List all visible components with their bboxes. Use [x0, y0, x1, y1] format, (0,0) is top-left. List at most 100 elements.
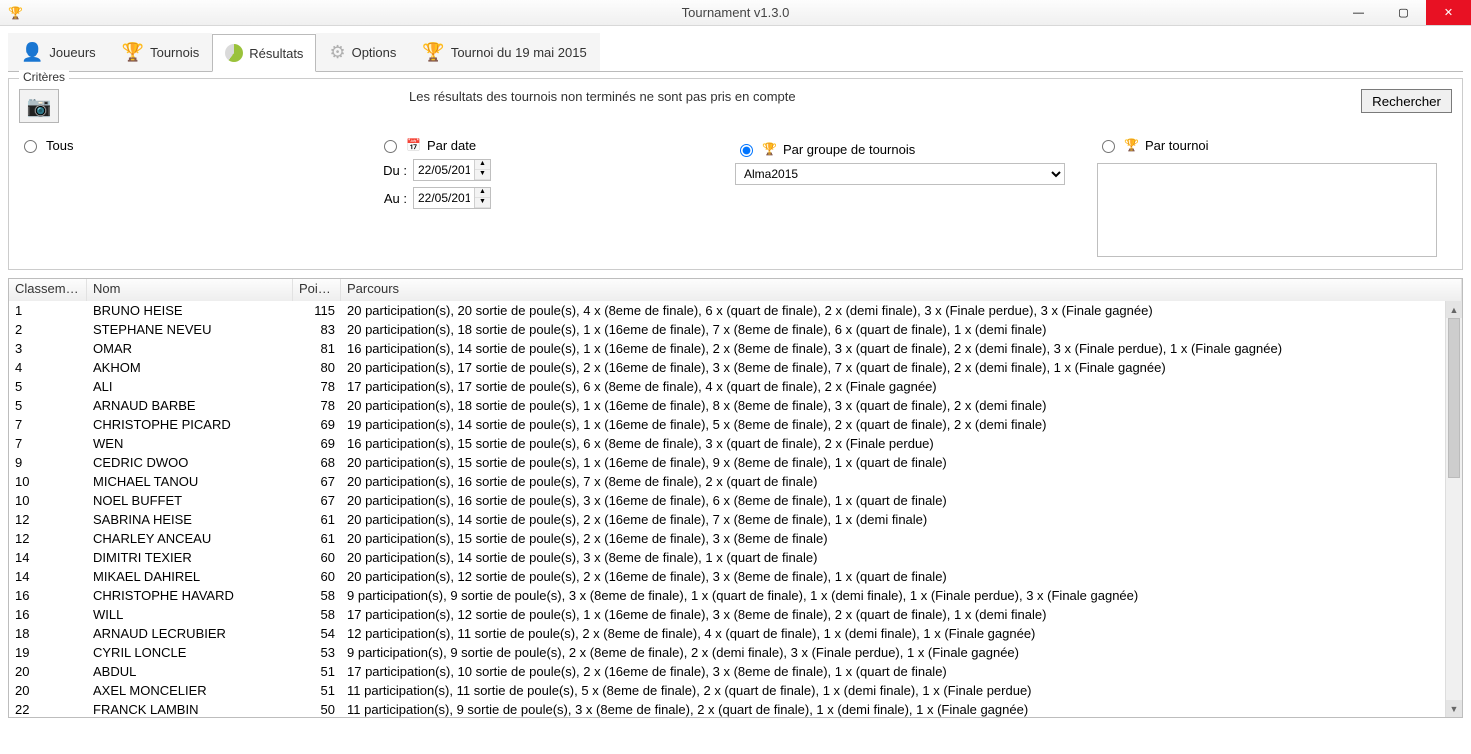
- table-row[interactable]: 2STEPHANE NEVEU8320 participation(s), 18…: [9, 320, 1462, 339]
- close-button[interactable]: ✕: [1426, 0, 1471, 25]
- cell-points: 78: [293, 396, 341, 415]
- date-au-input[interactable]: [414, 191, 474, 205]
- col-points[interactable]: Points: [293, 279, 341, 301]
- cell-rank: 14: [9, 567, 87, 586]
- cell-nom: ARNAUD LECRUBIER: [87, 624, 293, 643]
- cell-points: 61: [293, 529, 341, 548]
- cell-points: 50: [293, 700, 341, 719]
- date-du-spinner[interactable]: ▲▼: [474, 160, 490, 180]
- table-row[interactable]: 5ALI7817 participation(s), 17 sortie de …: [9, 377, 1462, 396]
- radio-tous[interactable]: [24, 140, 37, 153]
- table-row[interactable]: 10MICHAEL TANOU6720 participation(s), 16…: [9, 472, 1462, 491]
- cell-parcours: 20 participation(s), 17 sortie de poule(…: [341, 358, 1462, 377]
- scroll-thumb[interactable]: [1448, 318, 1460, 478]
- trophy-icon: 🏆: [422, 42, 444, 63]
- table-row[interactable]: 20AXEL MONCELIER5111 participation(s), 1…: [9, 681, 1462, 700]
- cell-parcours: 19 participation(s), 14 sortie de poule(…: [341, 415, 1462, 434]
- table-row[interactable]: 10NOEL BUFFET6720 participation(s), 16 s…: [9, 491, 1462, 510]
- chart-icon: [225, 44, 243, 62]
- cell-rank: 7: [9, 415, 87, 434]
- cell-rank: 16: [9, 605, 87, 624]
- cell-parcours: 20 participation(s), 15 sortie de poule(…: [341, 529, 1462, 548]
- cell-nom: BRUNO HEISE: [87, 301, 293, 320]
- table-row[interactable]: 7CHRISTOPHE PICARD6919 participation(s),…: [9, 415, 1462, 434]
- radio-par-tournoi[interactable]: [1102, 140, 1115, 153]
- criteria-group: Critères 📷 Les résultats des tournois no…: [8, 78, 1463, 270]
- radio-par-date[interactable]: [384, 140, 397, 153]
- col-parcours[interactable]: Parcours: [341, 279, 1462, 301]
- tab-current-tournoi[interactable]: 🏆 Tournoi du 19 mai 2015: [409, 33, 599, 71]
- table-row[interactable]: 19CYRIL LONCLE539 participation(s), 9 so…: [9, 643, 1462, 662]
- cell-nom: ARNAUD BARBE: [87, 396, 293, 415]
- cell-rank: 20: [9, 681, 87, 700]
- tournoi-listbox[interactable]: [1097, 163, 1437, 257]
- cell-rank: 2: [9, 320, 87, 339]
- cell-nom: OMAR: [87, 339, 293, 358]
- cell-nom: STEPHANE NEVEU: [87, 320, 293, 339]
- table-row[interactable]: 20ABDUL5117 participation(s), 10 sortie …: [9, 662, 1462, 681]
- table-row[interactable]: 16WILL5817 participation(s), 12 sortie d…: [9, 605, 1462, 624]
- tab-label: Résultats: [249, 46, 303, 61]
- maximize-button[interactable]: ▢: [1381, 0, 1426, 25]
- tab-label: Joueurs: [49, 45, 95, 60]
- results-table: Classement Nom Points Parcours 1BRUNO HE…: [8, 278, 1463, 718]
- table-row[interactable]: 16CHRISTOPHE HAVARD589 participation(s),…: [9, 586, 1462, 605]
- tab-resultats[interactable]: Résultats: [212, 34, 316, 72]
- screenshot-button[interactable]: 📷: [19, 89, 59, 123]
- cell-rank: 9: [9, 453, 87, 472]
- radio-par-groupe-label: Par groupe de tournois: [783, 142, 915, 157]
- table-row[interactable]: 22FRANCK LAMBIN5011 participation(s), 9 …: [9, 700, 1462, 719]
- trophy-icon: 🏆: [1124, 138, 1139, 152]
- date-au-spinner[interactable]: ▲▼: [474, 188, 490, 208]
- tab-label: Tournois: [150, 45, 199, 60]
- cell-points: 54: [293, 624, 341, 643]
- table-row[interactable]: 4AKHOM8020 participation(s), 17 sortie d…: [9, 358, 1462, 377]
- table-row[interactable]: 12SABRINA HEISE6120 participation(s), 14…: [9, 510, 1462, 529]
- table-header: Classement Nom Points Parcours: [9, 279, 1462, 301]
- cell-rank: 12: [9, 510, 87, 529]
- cell-parcours: 11 participation(s), 9 sortie de poule(s…: [341, 700, 1462, 719]
- gear-icon: ⚙: [329, 42, 345, 63]
- tab-options[interactable]: ⚙ Options: [316, 33, 409, 71]
- cell-nom: MICHAEL TANOU: [87, 472, 293, 491]
- col-nom[interactable]: Nom: [87, 279, 293, 301]
- scroll-up-button[interactable]: ▲: [1446, 301, 1462, 318]
- cell-parcours: 20 participation(s), 18 sortie de poule(…: [341, 396, 1462, 415]
- table-row[interactable]: 5ARNAUD BARBE7820 participation(s), 18 s…: [9, 396, 1462, 415]
- app-trophy-icon: 🏆: [8, 6, 23, 20]
- cell-nom: AXEL MONCELIER: [87, 681, 293, 700]
- scroll-down-button[interactable]: ▼: [1446, 700, 1462, 717]
- date-du-label: Du :: [379, 163, 407, 178]
- table-row[interactable]: 14DIMITRI TEXIER6020 participation(s), 1…: [9, 548, 1462, 567]
- cell-nom: SABRINA HEISE: [87, 510, 293, 529]
- tab-tournois[interactable]: 🏆 Tournois: [109, 33, 213, 71]
- cell-points: 58: [293, 586, 341, 605]
- tab-joueurs[interactable]: 👤 Joueurs: [8, 33, 109, 71]
- radio-par-groupe[interactable]: [740, 144, 753, 157]
- table-row[interactable]: 18ARNAUD LECRUBIER5412 participation(s),…: [9, 624, 1462, 643]
- cell-parcours: 20 participation(s), 14 sortie de poule(…: [341, 548, 1462, 567]
- cell-nom: CHRISTOPHE PICARD: [87, 415, 293, 434]
- table-row[interactable]: 3OMAR8116 participation(s), 14 sortie de…: [9, 339, 1462, 358]
- cell-rank: 10: [9, 491, 87, 510]
- table-row[interactable]: 12CHARLEY ANCEAU6120 participation(s), 1…: [9, 529, 1462, 548]
- criteria-hint: Les résultats des tournois non terminés …: [409, 89, 796, 123]
- cell-nom: MIKAEL DAHIREL: [87, 567, 293, 586]
- date-du-input[interactable]: [414, 163, 474, 177]
- cell-parcours: 9 participation(s), 9 sortie de poule(s)…: [341, 586, 1462, 605]
- trophy-icon: 🏆: [762, 142, 777, 156]
- cell-parcours: 17 participation(s), 12 sortie de poule(…: [341, 605, 1462, 624]
- table-row[interactable]: 7WEN6916 participation(s), 15 sortie de …: [9, 434, 1462, 453]
- groupe-select[interactable]: Alma2015: [735, 163, 1065, 185]
- radio-tous-label: Tous: [46, 138, 73, 153]
- window-title: Tournament v1.3.0: [0, 5, 1471, 20]
- search-button[interactable]: Rechercher: [1361, 89, 1452, 113]
- col-classement[interactable]: Classement: [9, 279, 87, 301]
- radio-par-tournoi-label: Par tournoi: [1145, 138, 1209, 153]
- vertical-scrollbar[interactable]: ▲ ▼: [1445, 301, 1462, 717]
- minimize-button[interactable]: —: [1336, 0, 1381, 25]
- table-row[interactable]: 14MIKAEL DAHIREL6020 participation(s), 1…: [9, 567, 1462, 586]
- table-row[interactable]: 9CEDRIC DWOO6820 participation(s), 15 so…: [9, 453, 1462, 472]
- table-row[interactable]: 1BRUNO HEISE11520 participation(s), 20 s…: [9, 301, 1462, 320]
- cell-rank: 18: [9, 624, 87, 643]
